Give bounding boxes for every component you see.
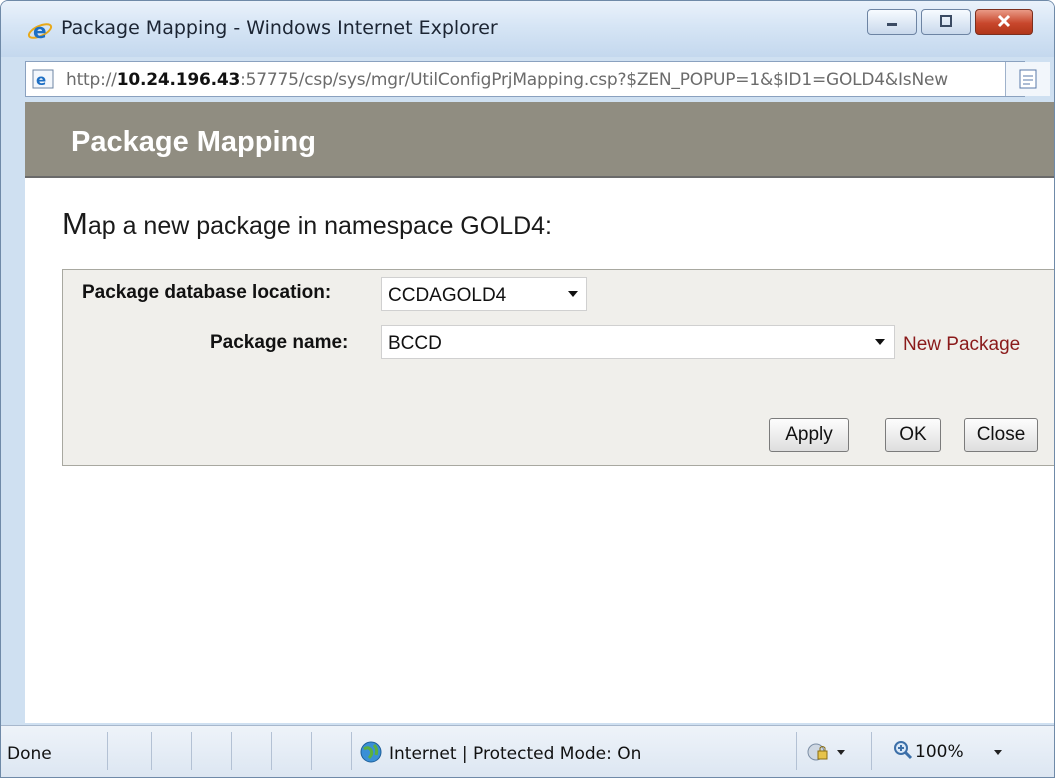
status-bar: Done Internet | Protected Mode: On 100% <box>1 725 1054 777</box>
window-title: Package Mapping - Windows Internet Explo… <box>61 17 498 39</box>
status-divider <box>351 732 352 770</box>
close-window-button[interactable] <box>975 9 1033 35</box>
security-icon[interactable] <box>807 742 829 762</box>
status-divider <box>107 732 108 770</box>
status-divider <box>231 732 232 770</box>
status-divider <box>311 732 312 770</box>
page-title: Package Mapping <box>71 126 316 158</box>
status-divider <box>151 732 152 770</box>
chevron-down-icon <box>875 339 885 345</box>
url-text[interactable]: http://10.24.196.43:57775/csp/sys/mgr/Ut… <box>66 70 948 90</box>
chevron-down-icon <box>568 291 578 297</box>
page-icon: e <box>32 69 54 89</box>
apply-button[interactable]: Apply <box>769 418 849 452</box>
maximize-button[interactable] <box>921 9 971 35</box>
ok-button[interactable]: OK <box>885 418 941 452</box>
status-divider <box>796 732 797 770</box>
compatibility-view-icon <box>1019 69 1037 89</box>
header-band: Package Mapping <box>25 102 1054 178</box>
status-divider <box>191 732 192 770</box>
title-bar[interactable]: e Package Mapping - Windows Internet Exp… <box>1 1 1054 57</box>
minimize-icon <box>887 23 897 26</box>
status-text: Done <box>7 744 52 764</box>
globe-icon <box>360 741 382 763</box>
database-location-select[interactable]: CCDAGOLD4 <box>381 277 587 311</box>
maximize-icon <box>940 15 952 27</box>
close-icon <box>997 14 1011 28</box>
status-divider <box>271 732 272 770</box>
package-name-value: BCCD <box>388 333 442 354</box>
database-location-label: Package database location: <box>82 282 332 303</box>
status-divider <box>871 732 872 770</box>
intro-text: Map a new package in namespace GOLD4: <box>62 206 553 241</box>
address-bar[interactable]: e http://10.24.196.43:57775/csp/sys/mgr/… <box>25 61 1025 97</box>
close-button[interactable]: Close <box>964 418 1038 452</box>
svg-text:e: e <box>36 71 46 89</box>
mapping-form: Package database location: CCDAGOLD4 Pac… <box>62 269 1054 466</box>
zoom-level[interactable]: 100% <box>915 742 964 762</box>
package-name-select[interactable]: BCCD <box>381 325 895 359</box>
package-name-label: Package name: <box>210 332 349 353</box>
chevron-down-icon[interactable] <box>837 750 845 755</box>
compatibility-view-button[interactable] <box>1005 62 1050 96</box>
new-package-link[interactable]: New Package <box>903 334 1020 356</box>
internet-explorer-icon: e <box>27 19 53 43</box>
browser-window: e Package Mapping - Windows Internet Exp… <box>0 0 1055 778</box>
chevron-down-icon[interactable] <box>994 750 1002 755</box>
zoom-icon[interactable] <box>893 740 913 760</box>
minimize-button[interactable] <box>867 9 917 35</box>
page-content: Package Mapping Map a new package in nam… <box>25 102 1054 723</box>
database-location-value: CCDAGOLD4 <box>388 285 507 306</box>
security-zone-text[interactable]: Internet | Protected Mode: On <box>389 744 641 764</box>
svg-text:e: e <box>33 19 47 43</box>
